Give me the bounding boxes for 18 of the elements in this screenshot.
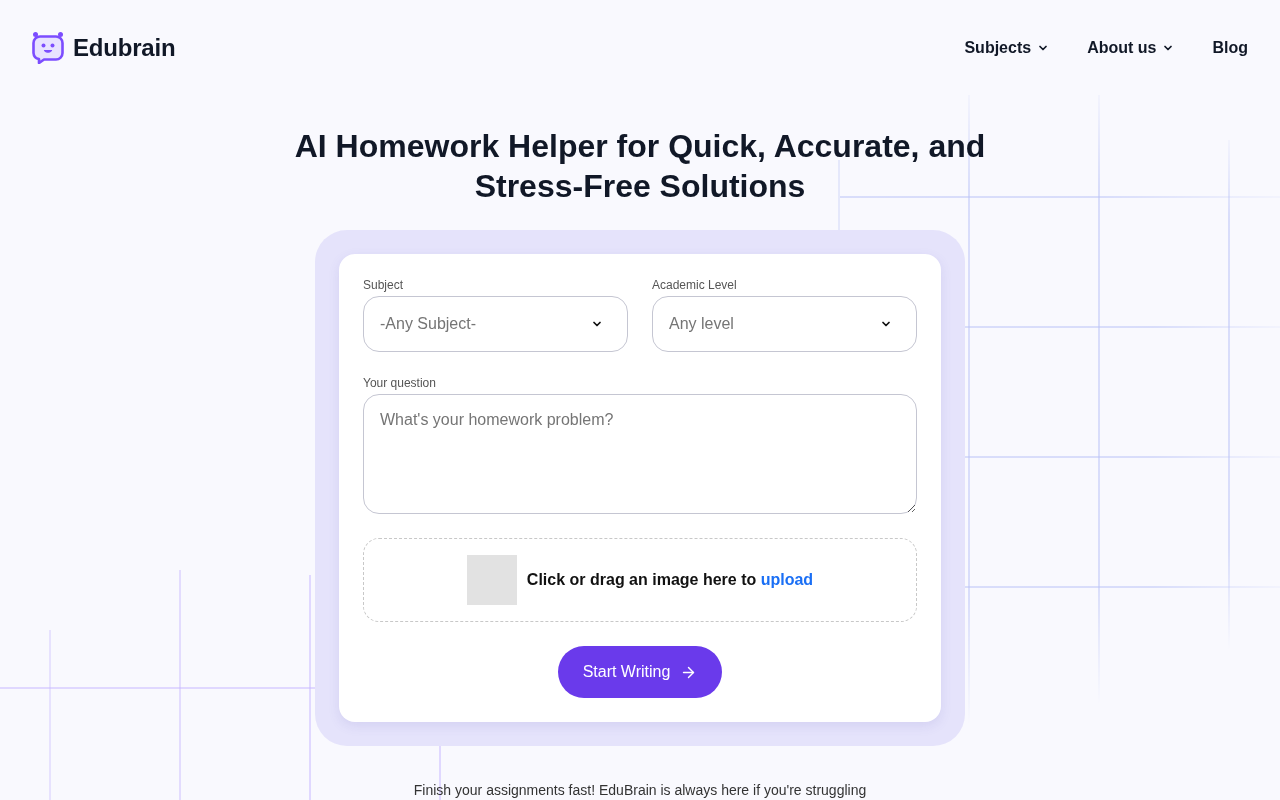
nav-dropdown[interactable]: About us [1087, 35, 1175, 60]
select-field[interactable]: Any level [652, 296, 917, 352]
field-label: Academic Level [652, 278, 738, 292]
intro-text: Finish your assignments fast! EduBrain is always here if you're struggling [413, 781, 867, 800]
logo-wordmark[interactable]: Edubrain [73, 29, 176, 66]
page-title: AI Homework Helper for Quick, Accurate, and Stress-Free Solutions [293, 127, 987, 206]
field-label: Your question [363, 376, 437, 390]
question-textarea[interactable]: What's your homework problem? [363, 394, 917, 514]
nav-dropdown[interactable]: Subjects [964, 35, 1050, 60]
field-label: Subject [363, 278, 405, 292]
upload-prompt: Click or drag an image here to upload [526, 570, 814, 590]
upload-link[interactable]: upload [760, 571, 814, 588]
select-field[interactable]: -Any Subject- [363, 296, 628, 352]
upload-dropzone[interactable]: Click or drag an image here to upload [363, 538, 917, 622]
start-writing-button[interactable]: Start Writing [558, 646, 722, 698]
nav-link[interactable]: Blog [1212, 35, 1248, 60]
image-placeholder [466, 555, 517, 605]
robot-chat-logo-icon [32, 31, 64, 64]
